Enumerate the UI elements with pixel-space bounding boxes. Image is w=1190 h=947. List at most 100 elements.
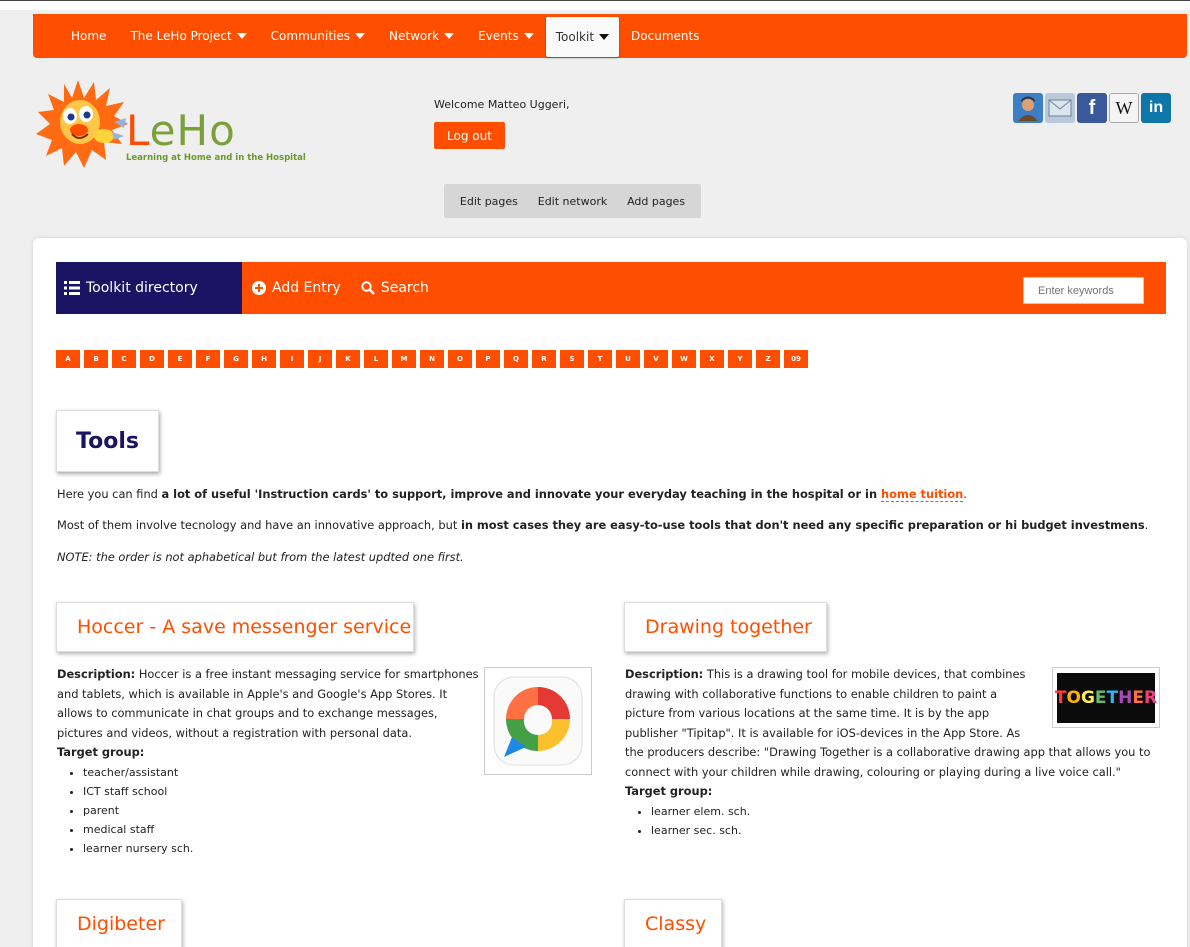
intro-text: Here you can find [57,487,162,501]
home-tuition-link[interactable]: home tuition [881,487,964,502]
add-pages-link[interactable]: Add pages [627,195,685,208]
add-entry-button[interactable]: Add Entry [242,280,351,296]
nav-events[interactable]: Events [466,23,546,49]
wikipedia-glyph: W [1115,97,1133,118]
toolkit-directory-button[interactable]: Toolkit directory [56,262,242,314]
search-label: Search [380,280,429,296]
alphabet-letter-f[interactable]: F [196,350,220,368]
nav-label: Home [71,29,107,43]
order-note: NOTE: the order is not aphabetical but f… [57,550,464,564]
user-avatar-icon[interactable] [1013,93,1043,123]
keywords-search-input[interactable] [1023,277,1144,304]
entry-title-classy[interactable]: Classy [624,899,722,947]
wikipedia-icon[interactable]: W [1109,93,1139,123]
alphabet-letter-d[interactable]: D [140,350,164,368]
edit-pages-link[interactable]: Edit pages [460,195,518,208]
alphabet-letter-g[interactable]: G [224,350,248,368]
alphabet-letter-w[interactable]: W [672,350,696,368]
logo-letter-l: L [126,106,150,155]
nav-label: The LeHo Project [130,29,232,43]
caret-down-icon [236,33,247,39]
search-icon [361,281,375,295]
list-item: ICT staff school [83,782,482,801]
alphabet-letter-t[interactable]: T [588,350,612,368]
alphabet-letter-m[interactable]: M [392,350,416,368]
list-icon [64,281,80,295]
drawing-together-thumbnail[interactable]: TOGETHER [1052,667,1160,728]
alphabet-letter-l[interactable]: L [364,350,388,368]
description-text: allows to communicate in chat groups and… [57,706,438,720]
entry-title-hoccer[interactable]: Hoccer - A save messenger service [56,602,414,652]
together-letter: T [1054,687,1067,708]
description-text: the producers describe: "Drawing Togethe… [625,745,1151,759]
alphabet-letter-y[interactable]: Y [728,350,752,368]
alphabet-letter-09[interactable]: 09 [784,350,808,368]
edit-network-link[interactable]: Edit network [538,195,607,208]
linkedin-glyph: in [1148,99,1164,116]
nav-network[interactable]: Network [377,23,466,49]
alphabet-letter-b[interactable]: B [84,350,108,368]
caret-down-icon [523,33,534,39]
email-icon[interactable] [1045,93,1075,123]
alphabet-letter-h[interactable]: H [252,350,276,368]
nav-toolkit[interactable]: Toolkit [545,17,620,57]
description-text: and tablets, which is available in Apple… [57,686,448,701]
nav-label: Communities [270,29,350,43]
nav-communities[interactable]: Communities [259,23,377,49]
admin-edit-bar: Edit pages Edit network Add pages [444,184,701,218]
entry-title-digibeter[interactable]: Digibeter [56,899,182,947]
description-text: Hoccer is a free instant messaging servi… [135,667,479,681]
nav-documents[interactable]: Documents [619,23,711,49]
facebook-icon[interactable]: f [1077,93,1107,123]
linkedin-icon[interactable]: in [1141,93,1171,123]
caret-down-icon [444,33,455,39]
together-letter: G [1080,687,1095,708]
nav-home[interactable]: Home [59,23,118,49]
alphabet-letter-q[interactable]: Q [504,350,528,368]
search-button[interactable]: Search [351,280,439,296]
list-item: learner elem. sch. [651,802,1170,821]
alphabet-letter-s[interactable]: S [560,350,584,368]
nav-label: Documents [631,29,700,43]
toolkit-directory-label: Toolkit directory [86,280,198,296]
target-group-list: teacher/assistant ICT staff school paren… [83,763,482,858]
facebook-glyph: f [1088,96,1096,119]
alphabet-letter-v[interactable]: V [644,350,668,368]
alphabet-letter-a[interactable]: A [56,350,80,368]
alphabet-letter-j[interactable]: J [308,350,332,368]
alphabet-letter-c[interactable]: C [112,350,136,368]
hoccer-app-thumbnail[interactable] [484,667,592,775]
site-logo[interactable]: LeHo Learning at Home and in the Hospita… [34,78,324,172]
alphabet-letter-p[interactable]: P [476,350,500,368]
nav-label: Toolkit [555,30,595,44]
together-letter: O [1066,687,1081,708]
description-text: This is a drawing tool for mobile device… [703,667,1026,681]
alphabet-letter-k[interactable]: K [336,350,360,368]
main-navigation: Home The LeHo Project Communities Networ… [33,14,1187,58]
alphabet-letter-e[interactable]: E [168,350,192,368]
intro-text: Most of them involve tecnology and have … [57,518,461,532]
alphabet-letter-z[interactable]: Z [756,350,780,368]
entry-title-drawing-together[interactable]: Drawing together [624,602,827,652]
intro-text: . [963,487,967,501]
together-letter: T [1106,687,1119,708]
target-group-label: Target group: [625,784,713,798]
add-entry-label: Add Entry [272,280,341,296]
alphabet-letter-x[interactable]: X [700,350,724,368]
avatar-glyph [1018,96,1038,121]
alphabet-letter-r[interactable]: R [532,350,556,368]
intro-bold-text: a lot of useful 'Instruction cards' to s… [161,487,882,501]
hoccer-logo-icon [493,676,583,766]
alphabet-letter-i[interactable]: I [280,350,304,368]
alphabet-letter-u[interactable]: U [616,350,640,368]
nav-leho-project[interactable]: The LeHo Project [118,23,258,49]
logout-button[interactable]: Log out [434,122,505,149]
alphabet-letter-n[interactable]: N [420,350,444,368]
alphabet-filter: A B C D E F G H I J K L M N O P Q R S T U V W X Y Z 09 [56,350,808,368]
social-links: f W in [1013,93,1171,123]
target-group-label: Target group: [57,745,145,759]
alphabet-letter-o[interactable]: O [448,350,472,368]
logo-wordmark: LeHo [126,110,236,152]
window-top-edge [0,0,1190,10]
intro-text: . [1144,518,1149,532]
